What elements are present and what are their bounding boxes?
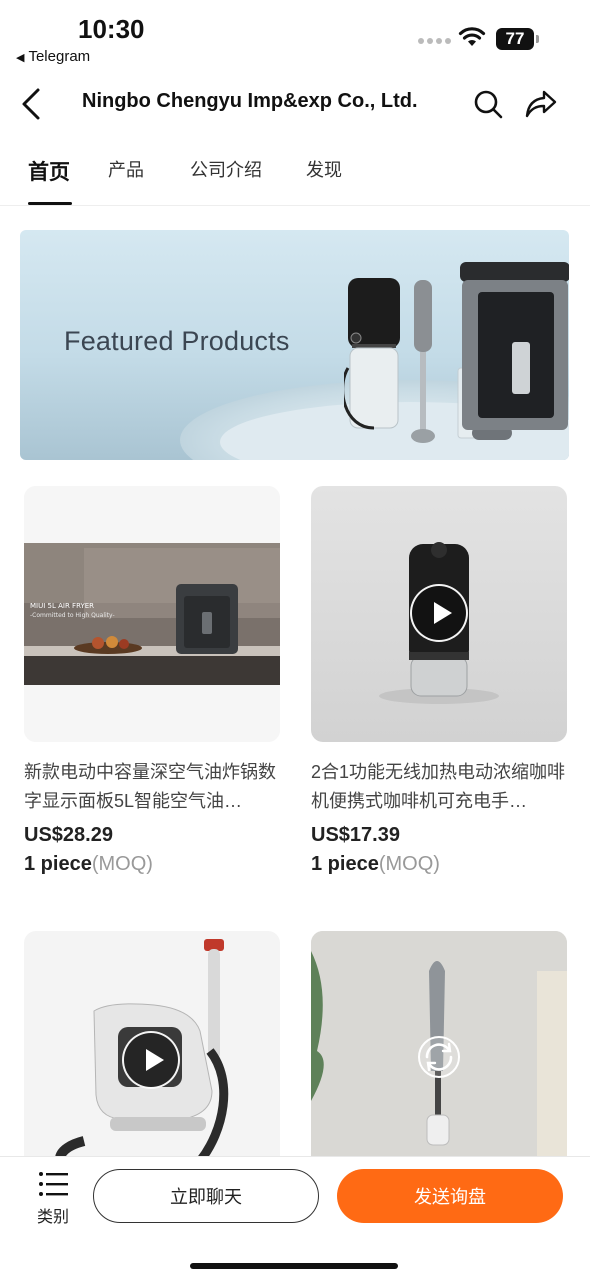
moq-label: (MOQ) bbox=[91, 853, 153, 875]
play-video-icon[interactable] bbox=[122, 1031, 180, 1089]
banner-title: Featured Products bbox=[64, 326, 290, 356]
back-icon[interactable] bbox=[14, 84, 54, 124]
status-bar: 10:30 ◀ Telegram 77 bbox=[0, 0, 590, 72]
moq-label: (MOQ) bbox=[378, 853, 440, 875]
air-fryer-image-text: MIUI 5L AIR FRYER bbox=[30, 602, 94, 610]
store-header: Ningbo Chengyu Imp&exp Co., Ltd. bbox=[0, 76, 590, 132]
share-icon[interactable] bbox=[524, 86, 558, 120]
product-image-air-fryer[interactable]: MIUI 5L AIR FRYER -Committed to High Qua… bbox=[24, 486, 280, 742]
back-triangle-icon: ◀ bbox=[16, 52, 25, 64]
portable-coffee-maker-image bbox=[344, 278, 400, 430]
send-inquiry-button[interactable]: 发送询盘 bbox=[337, 1169, 563, 1223]
product-moq: 1 piece(MOQ) bbox=[311, 853, 567, 876]
rotate-360-icon[interactable] bbox=[417, 1035, 461, 1079]
battery-indicator: 77 bbox=[496, 28, 539, 50]
product-price: US$28.29 bbox=[24, 824, 113, 846]
tab-home[interactable]: 首页 bbox=[28, 156, 70, 186]
category-label: 类别 bbox=[36, 1209, 69, 1226]
status-time: 10:30 bbox=[78, 14, 145, 44]
product-title[interactable]: 2合1功能无线加热电动浓缩咖啡机便携式咖啡机可充电手… bbox=[311, 758, 567, 816]
play-video-icon[interactable] bbox=[410, 584, 468, 642]
tab-company-profile[interactable]: 公司介绍 bbox=[190, 156, 262, 182]
category-button[interactable]: 类别 bbox=[30, 1169, 76, 1226]
active-tab-indicator bbox=[28, 202, 72, 205]
air-fryer-image bbox=[460, 262, 569, 430]
search-icon[interactable] bbox=[472, 88, 504, 120]
menu-list-icon bbox=[39, 1172, 68, 1196]
back-to-app-link[interactable]: ◀ Telegram bbox=[16, 48, 90, 65]
product-card[interactable] bbox=[311, 931, 567, 1187]
product-card[interactable]: 2合1功能无线加热电动浓缩咖啡机便携式咖啡机可充电手… US$17.39 1 p… bbox=[311, 486, 567, 876]
product-card[interactable]: MIUI 5L AIR FRYER -Committed to High Qua… bbox=[24, 486, 280, 876]
store-tabs: 首页 产品 公司介绍 发现 bbox=[0, 140, 590, 206]
bottom-action-bar: 类别 立即聊天 发送询盘 bbox=[0, 1156, 590, 1280]
product-image-hair-dryer[interactable] bbox=[311, 931, 567, 1187]
tab-products[interactable]: 产品 bbox=[108, 156, 144, 182]
moq-quantity: 1 piece bbox=[24, 853, 92, 875]
product-title[interactable]: 新款电动中容量深空气油炸锅数字显示面板5L智能空气油… bbox=[24, 758, 280, 816]
product-price: US$17.39 bbox=[311, 824, 400, 846]
product-card[interactable] bbox=[24, 931, 280, 1187]
wifi-icon bbox=[458, 27, 486, 46]
product-image-carpet-cleaner[interactable] bbox=[24, 931, 280, 1187]
cellular-signal-icon bbox=[418, 38, 451, 44]
air-fryer-image-subtext: -Committed to High Quality- bbox=[30, 612, 115, 619]
store-title: Ningbo Chengyu Imp&exp Co., Ltd. bbox=[82, 90, 418, 112]
tab-discover[interactable]: 发现 bbox=[306, 156, 342, 182]
air-fryer-kitchen-photo: MIUI 5L AIR FRYER -Committed to High Qua… bbox=[24, 486, 280, 742]
moq-quantity: 1 piece bbox=[311, 853, 379, 875]
home-indicator[interactable] bbox=[190, 1263, 398, 1269]
product-image-coffee-maker[interactable] bbox=[311, 486, 567, 742]
chat-now-button[interactable]: 立即聊天 bbox=[93, 1169, 319, 1223]
product-moq: 1 piece(MOQ) bbox=[24, 853, 280, 876]
back-app-label: Telegram bbox=[28, 48, 91, 65]
featured-products-banner[interactable]: Featured Products bbox=[20, 230, 569, 460]
